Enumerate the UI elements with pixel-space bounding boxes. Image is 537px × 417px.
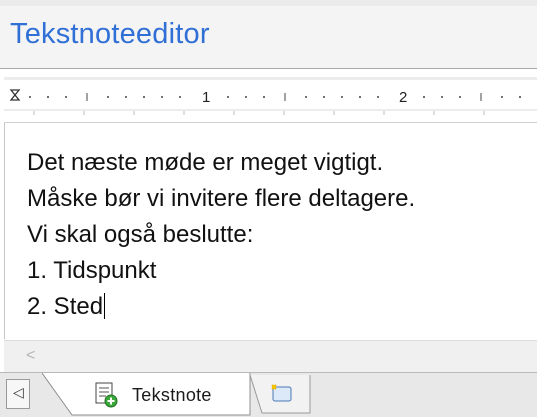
triangle-left-icon: ◁ [13, 384, 24, 400]
indent-marker-icon[interactable] [9, 89, 21, 101]
tab-scroll-left-button[interactable]: ◁ [6, 379, 30, 409]
text-line: Det næste møde er meget vigtigt. [27, 149, 384, 176]
title-bar: Tekstnoteeditor [0, 0, 537, 68]
ruler-label-1: 1 [202, 89, 210, 106]
horizontal-scrollbar[interactable]: < [4, 340, 537, 373]
tab-bar: ◁ Tekstnote [0, 372, 537, 417]
new-note-icon [271, 384, 292, 402]
window-title: Tekstnoteeditor [10, 18, 210, 50]
text-line-content: 2. Sted [27, 293, 104, 320]
text-line: Vi skal også beslutte: [27, 221, 254, 248]
note-text-area[interactable]: Det næste møde er meget vigtigt. Måske b… [4, 123, 537, 339]
ruler-label-2: 2 [399, 89, 407, 106]
text-line-last: 2. Sted [27, 293, 106, 321]
new-tab-button[interactable] [250, 375, 314, 415]
text-caret [104, 293, 106, 319]
ruler-graphic: 1 2 [4, 89, 537, 115]
text-line: Måske bør vi invitere flere deltagere. [27, 185, 416, 212]
title-top-strip [0, 0, 537, 6]
ruler[interactable]: 1 2 [4, 80, 537, 123]
scroll-left-icon[interactable]: < [26, 347, 35, 365]
text-line: 1. Tidspunkt [27, 257, 157, 284]
tab-tekstnote-label: Tekstnote [132, 385, 212, 405]
